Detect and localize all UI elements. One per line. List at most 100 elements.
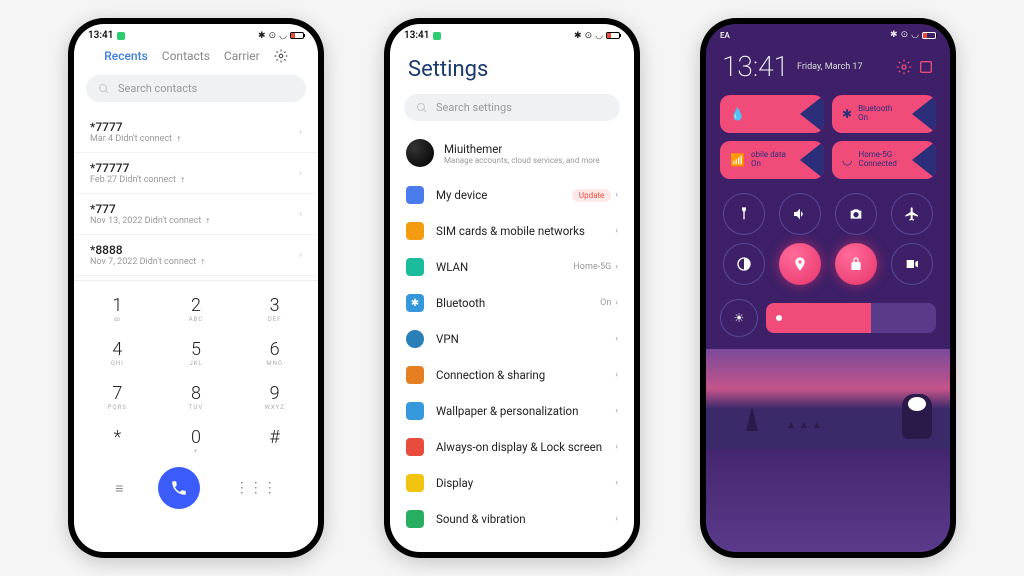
gear-icon[interactable] bbox=[274, 49, 288, 63]
wifi-icon: ◡ bbox=[911, 30, 919, 40]
key-5[interactable]: 5JKL bbox=[157, 331, 236, 375]
tile-bluetooth[interactable]: ✱BluetoothOn bbox=[832, 95, 936, 133]
tile-data-saver[interactable]: 💧 bbox=[720, 95, 824, 133]
settings-item-vpn[interactable]: VPN› bbox=[390, 321, 634, 357]
settings-item-aod[interactable]: Always-on display & Lock screen› bbox=[390, 429, 634, 465]
recent-calls: *7777Mar 4 Didn't connect↗ › *77777Feb 2… bbox=[74, 108, 318, 280]
toggle-contrast[interactable] bbox=[723, 243, 765, 285]
key-3[interactable]: 3DEF bbox=[235, 287, 314, 331]
settings-item-bluetooth[interactable]: ✱BluetoothOn › bbox=[390, 285, 634, 321]
call-row[interactable]: *777Nov 13, 2022 Didn't connect↗ › bbox=[74, 194, 318, 235]
settings-item-display[interactable]: Display› bbox=[390, 465, 634, 501]
settings-item-wlan[interactable]: WLANHome-5G › bbox=[390, 249, 634, 285]
settings-item-wallpaper[interactable]: Wallpaper & personalization› bbox=[390, 393, 634, 429]
dialer-tabs: Recents Contacts Carrier bbox=[74, 43, 318, 69]
status-bar: EA ✱ ⊙ ◡ bbox=[706, 24, 950, 42]
search-contacts[interactable]: Search contacts bbox=[86, 75, 306, 102]
key-4[interactable]: 4GHI bbox=[78, 331, 157, 375]
search-settings[interactable]: Search settings bbox=[404, 94, 620, 121]
clock: 13:41 bbox=[722, 50, 789, 83]
outgoing-icon: ↗ bbox=[174, 134, 184, 144]
toggle-volume[interactable] bbox=[779, 193, 821, 235]
toggle-airplane[interactable] bbox=[891, 193, 933, 235]
tile-mobile-data[interactable]: 📶obile dataOn bbox=[720, 141, 824, 179]
battery-icon bbox=[606, 32, 620, 39]
key-2[interactable]: 2ABC bbox=[157, 287, 236, 331]
outgoing-icon: ↗ bbox=[203, 216, 213, 226]
key-0[interactable]: 0+ bbox=[157, 419, 236, 463]
key-8[interactable]: 8TUV bbox=[157, 375, 236, 419]
bt-icon: ✱ bbox=[258, 31, 266, 41]
wifi-icon: ◡ bbox=[595, 31, 603, 41]
call-row[interactable]: *7777Mar 4 Didn't connect↗ › bbox=[74, 112, 318, 153]
chevron-right-icon: › bbox=[299, 209, 302, 220]
brightness-slider[interactable] bbox=[766, 303, 936, 333]
settings-item-sim[interactable]: SIM cards & mobile networks› bbox=[390, 213, 634, 249]
settings-item-sound[interactable]: Sound & vibration› bbox=[390, 501, 634, 537]
key-hash[interactable]: # bbox=[235, 419, 314, 463]
status-bar: 13:41 ✱ ⊙ ◡ bbox=[74, 24, 318, 43]
call-button[interactable] bbox=[158, 467, 200, 509]
status-time: 13:41 bbox=[404, 30, 429, 41]
dialpad: 1∞ 2ABC 3DEF 4GHI 5JKL 6MNO 7PQRS 8TUV 9… bbox=[74, 280, 318, 517]
call-row[interactable]: *77777Feb 27 Didn't connect↗ › bbox=[74, 153, 318, 194]
settings-item-my-device[interactable]: My deviceUpdate› bbox=[390, 177, 634, 213]
search-placeholder: Search contacts bbox=[118, 82, 197, 95]
page-title: Settings bbox=[390, 43, 634, 90]
tab-contacts[interactable]: Contacts bbox=[162, 49, 210, 63]
bt-icon: ✱ bbox=[890, 30, 898, 40]
date: Friday, March 17 bbox=[797, 62, 863, 72]
outgoing-icon: ↗ bbox=[198, 257, 208, 267]
wifi-icon: ◡ bbox=[279, 31, 287, 41]
update-badge: Update bbox=[572, 189, 611, 202]
account-row[interactable]: Miuithemer Manage accounts, cloud servic… bbox=[390, 129, 634, 177]
toggle-video[interactable] bbox=[891, 243, 933, 285]
gear-icon[interactable] bbox=[896, 59, 912, 75]
toggle-location[interactable] bbox=[779, 243, 821, 285]
dialpad-icon[interactable]: ⋮⋮⋮ bbox=[235, 480, 277, 496]
phone-control-center: EA ✱ ⊙ ◡ 13:41 Friday, March 17 💧 ✱Bluet… bbox=[700, 18, 956, 558]
wallpaper-illustration: ▲▲▲ bbox=[706, 349, 950, 449]
alarm-icon: ⊙ bbox=[269, 31, 277, 41]
alarm-icon: ⊙ bbox=[901, 30, 909, 40]
rocket-icon bbox=[746, 407, 758, 431]
key-9[interactable]: 9WXYZ bbox=[235, 375, 314, 419]
phone-dialer: 13:41 ✱ ⊙ ◡ Recents Contacts Carrier Sea… bbox=[68, 18, 324, 558]
menu-icon[interactable]: ≡ bbox=[115, 480, 123, 497]
chevron-right-icon: › bbox=[299, 168, 302, 179]
key-1[interactable]: 1∞ bbox=[78, 287, 157, 331]
toggle-camera[interactable] bbox=[835, 193, 877, 235]
edit-icon[interactable] bbox=[918, 59, 934, 75]
alarm-icon: ⊙ bbox=[585, 31, 593, 41]
wifi-icon: ◡ bbox=[842, 153, 852, 167]
brightness-icon[interactable]: ☀ bbox=[720, 299, 758, 337]
key-7[interactable]: 7PQRS bbox=[78, 375, 157, 419]
tile-wifi[interactable]: ◡Home-5GConnected bbox=[832, 141, 936, 179]
clock-row: 13:41 Friday, March 17 bbox=[706, 42, 950, 91]
toggle-lock[interactable] bbox=[835, 243, 877, 285]
call-row[interactable]: *8888Nov 7, 2022 Didn't connect↗ › bbox=[74, 235, 318, 276]
figures-icon: ▲▲▲ bbox=[786, 420, 825, 431]
bt-icon: ✱ bbox=[574, 31, 582, 41]
search-icon bbox=[98, 83, 110, 95]
tab-carrier[interactable]: Carrier bbox=[224, 49, 260, 63]
outgoing-icon: ↗ bbox=[178, 175, 188, 185]
account-name: Miuithemer bbox=[444, 142, 618, 156]
brightness-row: ☀ bbox=[706, 295, 950, 345]
tab-recents[interactable]: Recents bbox=[104, 49, 148, 63]
cellular-icon: 📶 bbox=[730, 153, 745, 167]
bluetooth-icon: ✱ bbox=[842, 107, 852, 121]
status-time: 13:41 bbox=[88, 30, 113, 41]
account-sub: Manage accounts, cloud services, and mor… bbox=[444, 156, 618, 165]
key-star[interactable]: * bbox=[78, 419, 157, 463]
status-ea: EA bbox=[720, 31, 730, 40]
avatar bbox=[406, 139, 434, 167]
battery-icon bbox=[290, 32, 304, 39]
search-icon bbox=[416, 102, 428, 114]
chevron-right-icon: › bbox=[299, 127, 302, 138]
status-bar: 13:41 ✱ ⊙ ◡ bbox=[390, 24, 634, 43]
settings-item-connection[interactable]: Connection & sharing› bbox=[390, 357, 634, 393]
key-6[interactable]: 6MNO bbox=[235, 331, 314, 375]
toggle-flashlight[interactable] bbox=[723, 193, 765, 235]
quick-tiles: 💧 ✱BluetoothOn 📶obile dataOn ◡Home-5GCon… bbox=[706, 91, 950, 183]
